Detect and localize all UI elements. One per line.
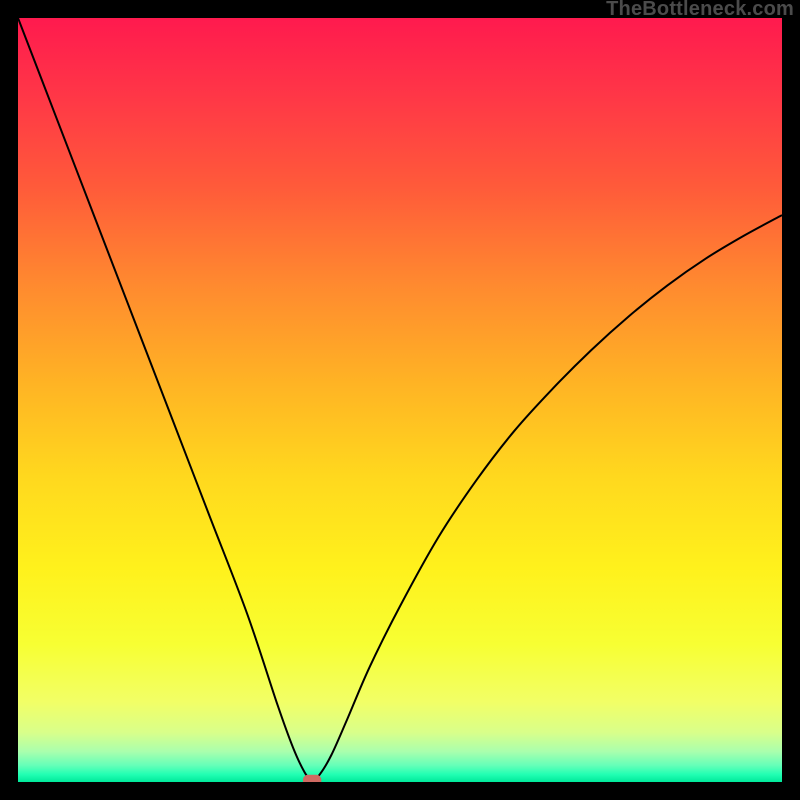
chart-frame: TheBottleneck.com <box>0 0 800 800</box>
optimal-marker <box>303 775 321 782</box>
plot-area <box>18 18 782 782</box>
gradient-background <box>18 18 782 782</box>
chart-svg <box>18 18 782 782</box>
